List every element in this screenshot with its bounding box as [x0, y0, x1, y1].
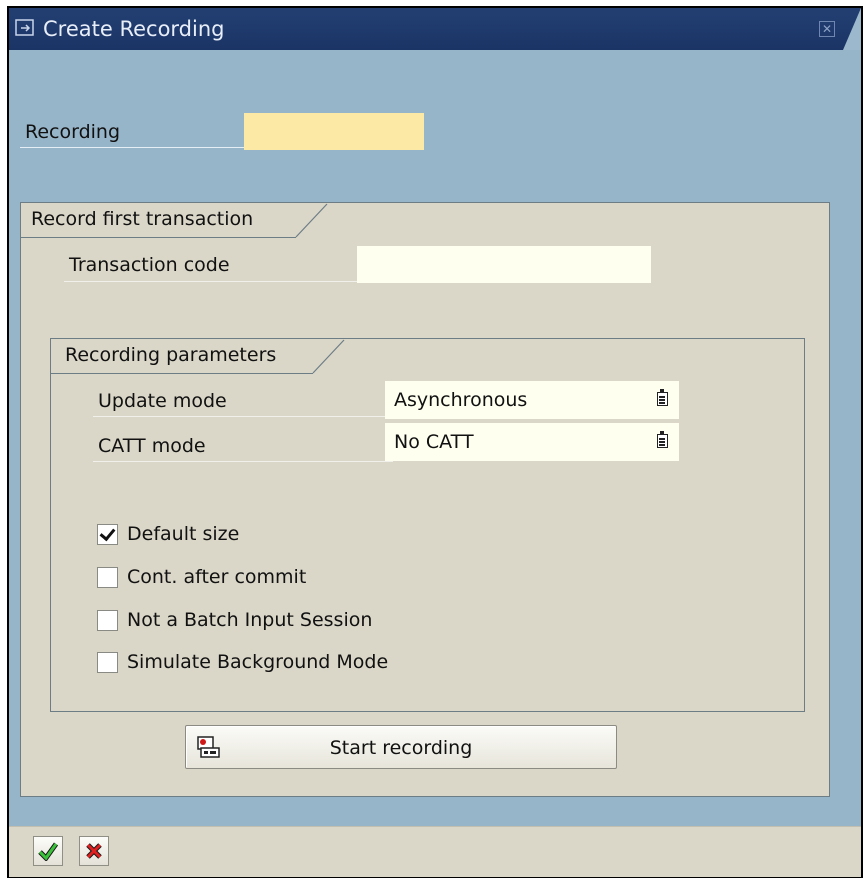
update-mode-value: Asynchronous — [394, 389, 528, 411]
not-batch-input-session-label: Not a Batch Input Session — [127, 609, 373, 631]
catt-mode-value: No CATT — [394, 431, 474, 453]
update-mode-label: Update mode — [98, 390, 227, 412]
default-size-label: Default size — [127, 523, 240, 545]
window-menu-icon[interactable] — [15, 19, 35, 37]
catt-mode-dropdown[interactable]: No CATT — [385, 423, 679, 461]
group-tab-slant — [312, 339, 345, 374]
title-bar: Create Recording ✕ — [9, 8, 861, 50]
confirm-button[interactable] — [33, 836, 63, 866]
start-recording-label: Start recording — [329, 737, 473, 759]
simulate-background-mode-checkbox[interactable] — [97, 652, 118, 673]
record-first-transaction-title: Record first transaction — [31, 208, 254, 230]
recording-parameters-group: Recording parameters Update mode Asynchr… — [50, 338, 805, 712]
transaction-code-input[interactable] — [357, 246, 651, 283]
catt-mode-label: CATT mode — [98, 435, 206, 457]
recording-parameters-title: Recording parameters — [65, 344, 277, 366]
close-icon[interactable]: ✕ — [819, 21, 835, 37]
not-batch-input-session-checkbox[interactable] — [97, 610, 118, 631]
value-help-icon[interactable] — [657, 389, 668, 406]
group-tab-slant — [295, 203, 328, 238]
dialog-body: Recording Record first transaction Trans… — [9, 50, 861, 826]
catt-mode-underline — [93, 461, 393, 462]
recording-label: Recording — [25, 121, 121, 143]
cancel-button[interactable] — [79, 836, 109, 866]
cont-after-commit-checkbox[interactable] — [97, 567, 118, 588]
cancel-x-icon — [86, 843, 102, 859]
value-help-icon[interactable] — [657, 431, 668, 448]
window-title: Create Recording — [43, 17, 225, 41]
record-first-transaction-group: Record first transaction Transaction cod… — [20, 202, 830, 797]
transaction-code-underline — [64, 281, 364, 282]
title-bar-edge — [843, 8, 861, 50]
recording-input[interactable] — [244, 113, 424, 150]
cont-after-commit-label: Cont. after commit — [127, 566, 307, 588]
create-recording-dialog: Create Recording ✕ Recording Record firs… — [7, 6, 863, 878]
dialog-footer — [9, 826, 861, 877]
default-size-checkbox[interactable] — [97, 524, 118, 545]
transaction-code-label: Transaction code — [69, 254, 230, 276]
recording-label-underline — [20, 147, 246, 148]
update-mode-dropdown[interactable]: Asynchronous — [385, 381, 679, 419]
update-mode-underline — [93, 416, 393, 417]
checkmark-icon — [38, 842, 58, 861]
simulate-background-mode-label: Simulate Background Mode — [127, 651, 389, 673]
start-recording-button[interactable]: Start recording — [185, 725, 617, 769]
